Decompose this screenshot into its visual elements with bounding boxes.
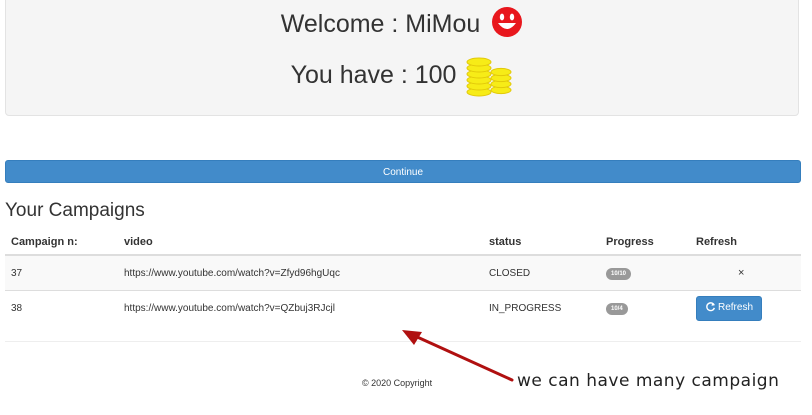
- annotation-text: we can have many campaign: [517, 371, 780, 391]
- annotation-arrow: [402, 330, 514, 382]
